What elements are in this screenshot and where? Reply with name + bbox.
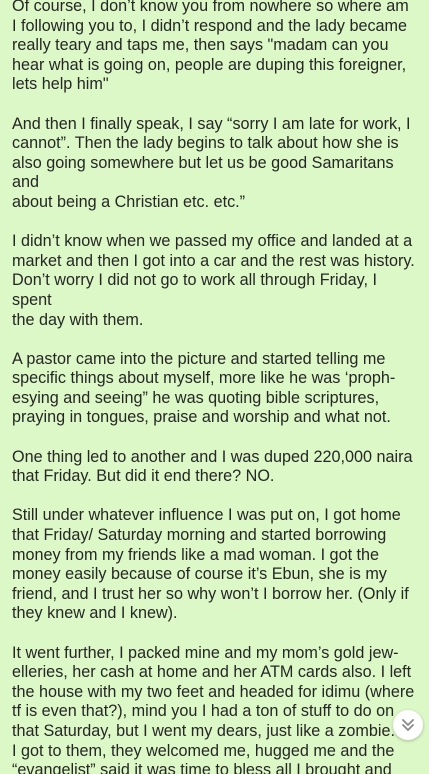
chevron-down-double-icon xyxy=(400,717,416,733)
message-paragraph: It went further, I packed mine and my mo… xyxy=(12,643,415,774)
message-paragraph: One thing led to another and I was duped… xyxy=(12,447,413,486)
message-paragraph: Of course, I don’t know you from nowhere… xyxy=(12,0,409,94)
scroll-down-button[interactable] xyxy=(393,710,423,740)
message-paragraph: A pastor came into the picture and start… xyxy=(12,349,396,427)
message-paragraph: And then I finally speak, I say “sorry I… xyxy=(12,114,411,211)
message-paragraph: I didn’t know when we passed my office a… xyxy=(12,232,415,329)
message-bubble: Of course, I don’t know you from nowhere… xyxy=(0,0,429,774)
message-paragraph: Still under whatever influence I was put… xyxy=(12,506,409,623)
